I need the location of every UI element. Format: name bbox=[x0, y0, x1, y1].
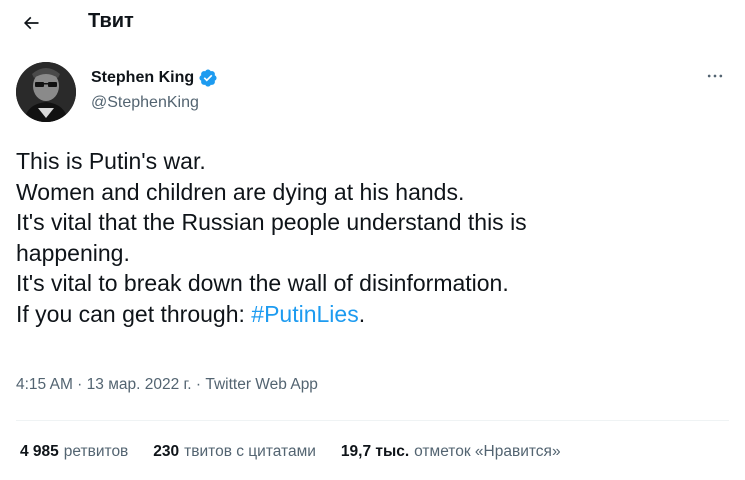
tweet-line: Women and children are dying at his hand… bbox=[16, 178, 465, 205]
author-name-row: Stephen King bbox=[91, 68, 218, 88]
more-button[interactable] bbox=[701, 64, 729, 88]
tweet-text: This is Putin's war. Women and children … bbox=[16, 146, 731, 329]
tweet-date[interactable]: 13 мар. 2022 г. bbox=[87, 376, 192, 393]
tweet-text-prefix: If you can get through: bbox=[16, 300, 252, 327]
page-title: Твит bbox=[88, 10, 134, 32]
top-bar: Твит bbox=[0, 0, 745, 48]
meta-separator: · bbox=[72, 376, 87, 393]
engagement-stats: 4 985 ретвитов 230 твитов с цитатами 19,… bbox=[20, 443, 586, 461]
retweets-label: ретвитов bbox=[63, 443, 129, 460]
tweet-meta: 4:15 AM · 13 мар. 2022 г. · Twitter Web … bbox=[16, 376, 318, 394]
tweet-line: happening. bbox=[16, 239, 130, 266]
avatar-image bbox=[16, 62, 76, 122]
tweet-line: This is Putin's war. bbox=[16, 148, 206, 174]
meta-separator: · bbox=[191, 376, 206, 393]
likes-stat[interactable]: 19,7 тыс. отметок «Нравится» bbox=[341, 443, 561, 461]
tweet-line-last: If you can get through: #PutinLies. bbox=[16, 299, 731, 330]
quotes-label: твитов с цитатами bbox=[184, 443, 316, 460]
tweet-text-suffix: . bbox=[358, 300, 366, 327]
tweet-source[interactable]: Twitter Web App bbox=[205, 376, 318, 393]
verified-badge-icon bbox=[198, 68, 218, 88]
back-button[interactable] bbox=[14, 6, 48, 40]
quotes-stat[interactable]: 230 твитов с цитатами bbox=[153, 443, 316, 461]
avatar[interactable] bbox=[16, 62, 76, 122]
likes-label: отметок «Нравится» bbox=[414, 443, 561, 460]
retweets-stat[interactable]: 4 985 ретвитов bbox=[20, 443, 128, 461]
tweet-line: It's vital to break down the wall of dis… bbox=[16, 270, 509, 296]
author-handle[interactable]: @StephenKing bbox=[91, 94, 199, 112]
tweet-author: Stephen King @StephenKing bbox=[16, 62, 729, 126]
tweet-time[interactable]: 4:15 AM bbox=[16, 376, 73, 393]
quotes-count: 230 bbox=[153, 443, 180, 460]
likes-count: 19,7 тыс. bbox=[340, 443, 410, 460]
arrow-left-icon bbox=[23, 16, 39, 30]
tweet-line: It's vital that the Russian people under… bbox=[16, 209, 527, 235]
divider bbox=[16, 420, 729, 421]
hashtag-link[interactable]: #PutinLies bbox=[251, 301, 358, 327]
more-horizontal-icon bbox=[707, 74, 723, 78]
retweets-count: 4 985 bbox=[20, 443, 59, 460]
author-name[interactable]: Stephen King bbox=[91, 69, 194, 87]
